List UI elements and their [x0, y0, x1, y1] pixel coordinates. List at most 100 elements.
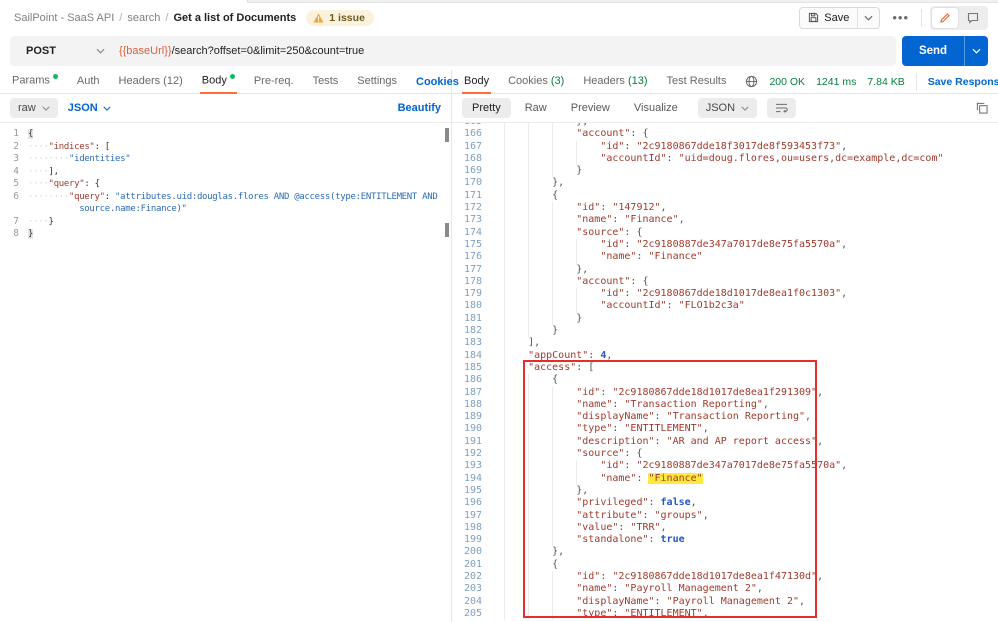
code-line: 5····"query": {: [0, 178, 451, 191]
code-token: [28, 204, 79, 214]
header-row: SailPoint - SaaS API / search / Get a li…: [0, 3, 998, 32]
tab-headers-12-[interactable]: Headers (12): [119, 71, 183, 93]
send-options-button[interactable]: [964, 36, 988, 66]
indent-guide: [528, 534, 552, 546]
code-token: : {: [630, 128, 648, 139]
breadcrumb-request-name[interactable]: Get a list of Documents: [173, 12, 296, 24]
request-body-editor[interactable]: 1{2····"indices": [3········"identities"…: [0, 123, 451, 622]
tab-settings[interactable]: Settings: [357, 71, 397, 93]
view-tab-visualize[interactable]: Visualize: [624, 102, 688, 114]
wrap-lines-button[interactable]: [767, 98, 796, 118]
save-options-button[interactable]: [858, 8, 879, 28]
indent-guide: [504, 350, 528, 362]
network-info-icon[interactable]: [745, 75, 758, 88]
tab-params[interactable]: Params: [12, 70, 58, 93]
save-response-button[interactable]: Save Response: [928, 76, 998, 88]
editor-scrollbar-thumb[interactable]: [445, 128, 449, 142]
code-token: "2c9180867dde18d1017de8ea1f47130d": [612, 571, 817, 582]
indent-guide: [504, 460, 528, 472]
beautify-link[interactable]: Beautify: [398, 102, 441, 114]
indent-guide: [552, 202, 576, 214]
indent-guide: [504, 300, 528, 312]
view-tab-raw[interactable]: Raw: [515, 102, 557, 114]
view-tab-preview[interactable]: Preview: [561, 102, 620, 114]
issue-badge[interactable]: 1 issue: [306, 10, 374, 26]
code-token: :: [655, 436, 667, 447]
code-token: :: [600, 387, 612, 398]
response-tab-headers[interactable]: Headers (13): [583, 71, 647, 93]
indent-guide: [528, 559, 552, 571]
indent-guide: [504, 214, 528, 226]
code-token: : [: [576, 362, 594, 373]
comment-mode-button[interactable]: [960, 8, 986, 28]
edit-mode-button[interactable]: [932, 8, 958, 28]
indent-guide: [504, 411, 528, 423]
indent-guide: [552, 473, 576, 485]
response-tab-cookies[interactable]: Cookies (3): [508, 71, 564, 93]
line-number: 166: [452, 128, 496, 140]
response-language-selector[interactable]: JSON: [698, 98, 757, 118]
response-tab-body[interactable]: Body: [464, 71, 489, 93]
breadcrumb-separator: /: [165, 12, 168, 24]
indent-guide: [528, 177, 552, 189]
view-tab-pretty[interactable]: Pretty: [462, 98, 511, 118]
wrap-text-icon: [775, 103, 788, 113]
code-token: :: [636, 473, 648, 484]
code-token: "id": [576, 571, 600, 582]
code-token: :: [636, 251, 648, 262]
code-token: : {: [624, 227, 642, 238]
response-body-viewer[interactable]: 165},166"account": {167"id": "2c9180867d…: [452, 123, 998, 622]
tab-tests[interactable]: Tests: [313, 71, 339, 93]
code-token: "accountId": [600, 300, 666, 311]
code-line: 188"name": "Transaction Reporting",: [452, 399, 998, 411]
send-button[interactable]: Send: [902, 36, 964, 66]
indent-guide: [504, 239, 528, 251]
more-options-button[interactable]: •••: [888, 10, 913, 25]
indent-guide: [504, 190, 528, 202]
save-button[interactable]: Save: [800, 8, 858, 28]
code-line: 200},: [452, 546, 998, 558]
code-line: 193"id": "2c9180887de347a7017de8e75fa557…: [452, 460, 998, 472]
url-input[interactable]: {{baseUrl}}/search?offset=0&limit=250&co…: [119, 45, 364, 57]
indent-guide: [552, 448, 576, 460]
breadcrumb-collection[interactable]: SailPoint - SaaS API: [14, 12, 114, 24]
chevron-down-icon: [741, 106, 749, 111]
request-pane: Params Auth Headers (12) Body Pre-req. Tests S…: [0, 70, 452, 622]
indent-guide: [504, 497, 528, 509]
tab-body[interactable]: Body: [202, 70, 235, 93]
code-token: "2c9180867dde18d1017de8ea1f291309": [612, 387, 817, 398]
active-request-tab[interactable]: [0, 0, 248, 3]
tab-pre-req-[interactable]: Pre-req.: [254, 71, 294, 93]
code-token: source.name:Finance)": [79, 204, 187, 214]
indent-guide: [528, 202, 552, 214]
save-button-label: Save: [824, 12, 849, 24]
tab-auth[interactable]: Auth: [77, 71, 100, 93]
indent-guide: [504, 522, 528, 534]
code-token: },: [552, 546, 564, 557]
code-token: :: [612, 399, 624, 410]
code-token: "ENTITLEMENT": [624, 423, 702, 434]
line-number: 205: [452, 608, 496, 620]
code-token: "appCount": [528, 350, 588, 361]
code-line: 179"id": "2c9180867dde18d1017de8ea1f0c13…: [452, 288, 998, 300]
line-number: 202: [452, 571, 496, 583]
copy-response-button[interactable]: [976, 102, 988, 114]
breadcrumb-folder[interactable]: search: [127, 12, 160, 24]
code-line: 174"source": {: [452, 227, 998, 239]
pencil-icon: [939, 12, 951, 24]
body-language-selector[interactable]: JSON: [68, 102, 111, 114]
method-selector[interactable]: POST: [10, 45, 119, 57]
code-token: },: [552, 177, 564, 188]
code-token: true: [661, 534, 685, 545]
code-token: "groups": [655, 510, 703, 521]
code-line: 167"id": "2c9180867dde18f3017de8f593453f…: [452, 141, 998, 153]
code-token: "name": [600, 251, 636, 262]
indent-guide: [504, 546, 528, 558]
response-tab-test-results[interactable]: Test Results: [667, 71, 727, 93]
code-token: :: [624, 239, 636, 250]
body-mode-selector[interactable]: raw: [10, 98, 58, 118]
code-token: "Finance": [648, 251, 702, 262]
indent-guide: [504, 251, 528, 263]
code-token: {: [552, 190, 558, 201]
indent-guide: [504, 534, 528, 546]
